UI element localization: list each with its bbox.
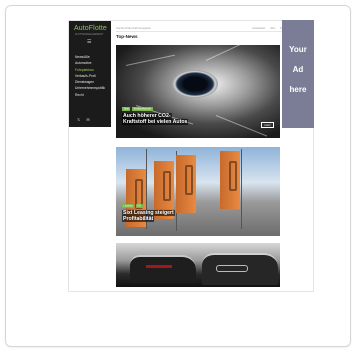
site-logo-subtitle: FLOTTENMANAGEMENT	[75, 33, 104, 36]
search-input[interactable]: Suche Artikel Fahrzeugtests	[116, 26, 151, 30]
article-image	[172, 70, 218, 98]
article-tag[interactable]: Leasing	[122, 203, 135, 208]
ad-banner[interactable]: Your Ad here	[282, 20, 314, 128]
website-screenshot: AutoFlotte FLOTTENMANAGEMENT ☰ News/Alle…	[68, 20, 314, 292]
top-link-newsletter[interactable]: Newsletter	[252, 26, 265, 30]
article-headline[interactable]: Auch höherer CO2- Kraftstoff bei vielen …	[122, 113, 189, 126]
article-tag[interactable]: Tank	[122, 106, 131, 111]
article-card[interactable]: Leasing Kfz Sixt Leasing steigert Profit…	[116, 147, 280, 236]
sidebar-item-recht[interactable]: Recht	[75, 92, 105, 98]
top-link-abo[interactable]: Abo	[270, 26, 275, 30]
article-tags: Tank Kraftstoffpreise	[122, 106, 154, 111]
more-button[interactable]: mehr	[261, 122, 274, 128]
flag-image	[176, 155, 196, 213]
flag-image	[220, 151, 240, 209]
social-links: 𝕏 ✉	[77, 117, 95, 122]
hamburger-icon[interactable]: ☰	[87, 40, 91, 45]
article-card[interactable]: Tank Kraftstoffpreise Auch höherer CO2- …	[116, 45, 280, 138]
ad-line: Ad	[292, 65, 304, 74]
ad-line: Your	[289, 45, 307, 54]
sidebar: AutoFlotte FLOTTENMANAGEMENT ☰ News/Alle…	[69, 21, 111, 127]
sidebar-item-unternehmenspolitik[interactable]: Unternehmenspolitik	[75, 85, 105, 91]
article-tag[interactable]: Kraftstoffpreise	[132, 106, 153, 111]
site-logo[interactable]: AutoFlotte	[74, 25, 107, 32]
divider	[116, 31, 309, 32]
article-tags: Leasing Kfz	[122, 203, 144, 208]
article-headline[interactable]: Sixt Leasing steigert Profitabilität	[122, 210, 175, 223]
mail-icon[interactable]: ✉	[86, 117, 89, 122]
ad-line: here	[289, 85, 307, 94]
sidebar-nav: News/Alle Automotive Fuhrparkbau Verkauf…	[75, 54, 105, 98]
section-title: Top-News	[116, 34, 138, 39]
article-tag[interactable]: Kfz	[135, 203, 143, 208]
twitter-icon[interactable]: 𝕏	[77, 117, 80, 122]
article-card[interactable]	[116, 243, 280, 287]
